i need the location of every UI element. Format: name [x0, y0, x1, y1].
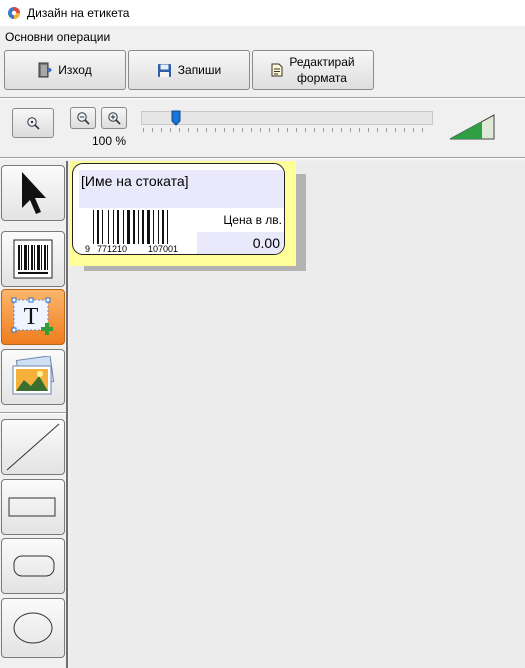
zoom-out-button[interactable] — [70, 107, 96, 129]
product-name-field[interactable]: [Име на стоката] — [79, 170, 284, 208]
app-logo-icon — [8, 7, 20, 19]
zoom-bar: 100 % — [0, 100, 525, 156]
line-shape-icon — [6, 423, 60, 471]
label-barcode[interactable]: 9 771210 107001 — [83, 209, 188, 254]
label-card: [Име на стоката] 9 771210 107001 Цена в … — [72, 163, 285, 255]
save-button-label: Запиши — [177, 63, 222, 77]
add-text-icon: T — [11, 297, 53, 335]
design-canvas[interactable]: [Име на стоката] 9 771210 107001 Цена в … — [70, 161, 525, 668]
barcode-tool-button[interactable] — [1, 231, 65, 287]
rectangle-tool-button[interactable] — [1, 479, 65, 535]
exit-button[interactable]: Изход — [4, 50, 126, 90]
svg-text:T: T — [24, 304, 39, 330]
save-button[interactable]: Запиши — [128, 50, 250, 90]
zoom-fit-button[interactable] — [12, 108, 54, 138]
price-value[interactable]: 0.00 — [197, 232, 284, 254]
ellipse-tool-button[interactable] — [1, 598, 65, 658]
rounded-rectangle-tool-button[interactable] — [1, 538, 65, 594]
window-title: Дизайн на етикета — [27, 6, 130, 20]
rounded-rectangle-shape-icon — [13, 555, 55, 577]
door-exit-icon — [38, 62, 53, 78]
exit-button-label: Изход — [58, 63, 92, 77]
menu-bar: Основни операции — [0, 28, 525, 46]
magnifier-icon — [27, 117, 40, 130]
picture-icon — [12, 356, 55, 395]
pointer-tool-button[interactable] — [1, 165, 65, 221]
image-tool-button[interactable] — [1, 349, 65, 405]
barcode-icon — [13, 239, 53, 279]
line-tool-button[interactable] — [1, 419, 65, 475]
zoom-out-icon — [77, 112, 90, 125]
rectangle-shape-icon — [8, 497, 56, 517]
signal-level-icon — [449, 114, 495, 140]
text-tool-button[interactable]: T — [1, 289, 65, 345]
main-toolbar: Изход Запиши Редактирай формата — [0, 46, 525, 94]
arrow-cursor-icon — [22, 172, 46, 214]
zoom-slider-track[interactable] — [141, 111, 433, 125]
barcode-digits-right: 107001 — [148, 244, 179, 254]
toolbar-divider — [0, 97, 525, 99]
barcode-digit-prefix: 9 — [85, 244, 91, 254]
tool-panel: T — [0, 161, 68, 668]
barcode-digits-left: 771210 — [97, 244, 128, 254]
zoom-slider-ticks — [143, 128, 431, 132]
document-edit-icon — [271, 63, 283, 77]
edit-format-button[interactable]: Редактирай формата — [252, 50, 374, 90]
label-preview[interactable]: [Име на стоката] 9 771210 107001 Цена в … — [70, 161, 296, 266]
edit-format-button-label: Редактирай формата — [289, 55, 355, 85]
menu-item-basic-operations[interactable]: Основни операции — [5, 30, 110, 44]
zoom-slider-thumb[interactable] — [171, 110, 181, 126]
barcode-digits: 9 771210 107001 — [83, 244, 188, 254]
zoom-in-icon — [108, 112, 121, 125]
price-caption[interactable]: Цена в лв. — [197, 210, 284, 232]
zoom-level-label: 100 % — [92, 134, 127, 148]
title-bar: Дизайн на етикета — [0, 0, 525, 26]
zoom-in-button[interactable] — [101, 107, 127, 129]
floppy-disk-icon — [157, 63, 171, 77]
zoombar-divider — [0, 157, 525, 159]
tool-panel-divider — [0, 412, 66, 414]
ellipse-shape-icon — [13, 612, 53, 644]
